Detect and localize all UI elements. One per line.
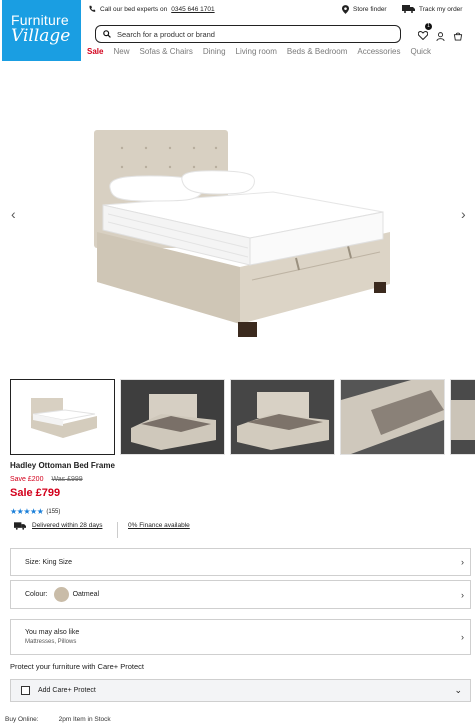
location-pin-icon xyxy=(342,5,349,14)
nav-item-living-room[interactable]: Living room xyxy=(236,47,277,56)
store-finder-link[interactable]: Store finder xyxy=(342,5,387,14)
bed-illustration xyxy=(94,130,390,337)
buy-online-row: Buy Online: 2pm Item in Stock xyxy=(5,716,111,723)
thumbnail-3[interactable] xyxy=(230,379,335,455)
chevron-right-icon: › xyxy=(461,632,464,642)
thumbnail-strip xyxy=(10,379,475,455)
colour-swatch xyxy=(53,587,69,602)
size-selector[interactable]: Size: King Size › xyxy=(10,548,471,576)
also-like-subtitle: Mattresses, Pillows xyxy=(25,639,77,645)
finance-link[interactable]: 0% Finance available xyxy=(128,522,190,538)
chevron-down-icon: ⌄ xyxy=(454,685,462,695)
save-amount: Save £200 xyxy=(10,476,44,483)
thumbnail-detail-image xyxy=(341,380,444,454)
buy-online-label: Buy Online: xyxy=(5,716,39,723)
was-price: Was £999 xyxy=(51,476,83,483)
top-bar: Call our bed experts on 0345 646 1701 St… xyxy=(88,4,473,16)
care-protect-option[interactable]: Add Care+ Protect ⌄ xyxy=(10,679,471,702)
product-page: Furniture Village Call our bed experts o… xyxy=(0,0,475,724)
thumbnail-bedroom-image xyxy=(231,380,334,454)
thumbnail-2[interactable] xyxy=(120,379,225,455)
account-icon[interactable] xyxy=(436,31,445,41)
size-label: Size: King Size xyxy=(25,558,73,566)
basket-count-badge: 1 xyxy=(425,23,432,30)
nav-item-quick[interactable]: Quick xyxy=(411,47,431,56)
review-count: (155) xyxy=(46,508,61,515)
colour-label: Colour: xyxy=(25,591,48,598)
thumbnail-bed-image xyxy=(31,398,97,438)
thumbnail-bedroom-image xyxy=(121,380,224,454)
thumbnail-4[interactable] xyxy=(340,379,445,455)
gallery-prev-arrow[interactable]: ‹ xyxy=(11,206,16,222)
delivery-truck-icon xyxy=(14,522,26,530)
sale-price: Sale £799 xyxy=(10,487,61,499)
nav-item-dining[interactable]: Dining xyxy=(203,47,226,56)
nav-item-beds-bedroom[interactable]: Beds & Bedroom xyxy=(287,47,347,56)
also-like-title: You may also like xyxy=(25,629,80,636)
colour-selector[interactable]: Colour: Oatmeal › xyxy=(10,580,471,609)
rating[interactable]: ★★★★★ (155) xyxy=(10,507,60,516)
savings-line: Save £200 Was £999 xyxy=(10,476,83,483)
care-protect-label: Add Care+ Protect xyxy=(38,687,96,694)
nav-item-sale[interactable]: Sale xyxy=(87,47,103,56)
basket-icon[interactable] xyxy=(453,32,463,41)
chevron-right-icon: › xyxy=(461,589,464,600)
search-input[interactable]: Search for a product or brand xyxy=(95,25,401,43)
gallery-next-arrow[interactable]: › xyxy=(461,206,466,222)
wishlist-button[interactable]: 1 xyxy=(417,23,432,45)
divider xyxy=(117,522,118,538)
thumbnail-1[interactable] xyxy=(10,379,115,455)
care-protect-heading: Protect your furniture with Care+ Protec… xyxy=(10,662,145,671)
you-may-also-like[interactable]: You may also like Mattresses, Pillows › xyxy=(10,619,471,655)
delivery-truck-icon xyxy=(402,5,415,13)
nav-item-sofas-chairs[interactable]: Sofas & Chairs xyxy=(139,47,192,56)
logo[interactable]: Furniture Village xyxy=(2,0,81,61)
delivery-info: Delivered within 28 days 0% Finance avai… xyxy=(14,522,190,538)
phone-icon xyxy=(89,5,96,12)
search-icon xyxy=(103,30,111,38)
call-experts[interactable]: Call our bed experts on 0345 646 1701 xyxy=(88,5,215,13)
stock-status: 2pm Item in Stock xyxy=(58,716,111,723)
search-placeholder: Search for a product or brand xyxy=(117,29,215,39)
care-protect-checkbox[interactable] xyxy=(21,686,30,695)
heart-icon xyxy=(417,30,429,41)
chevron-right-icon: › xyxy=(461,557,464,567)
nav-item-new[interactable]: New xyxy=(113,47,129,56)
header-icons: 1 xyxy=(417,23,463,45)
product-hero-image: ‹ › xyxy=(0,62,475,372)
main-nav: Sale New Sofas & Chairs Dining Living ro… xyxy=(87,47,431,56)
thumbnail-5[interactable] xyxy=(450,379,475,455)
track-order-link[interactable]: Track my order xyxy=(402,5,462,13)
delivery-link[interactable]: Delivered within 28 days xyxy=(32,522,107,538)
colour-value: Oatmeal xyxy=(72,591,100,598)
star-rating-icon: ★★★★★ xyxy=(10,507,44,516)
call-number-link[interactable]: 0345 646 1701 xyxy=(171,6,214,13)
nav-item-accessories[interactable]: Accessories xyxy=(357,47,400,56)
product-title: Hadley Ottoman Bed Frame xyxy=(10,461,115,470)
thumbnail-detail-image xyxy=(451,380,475,454)
